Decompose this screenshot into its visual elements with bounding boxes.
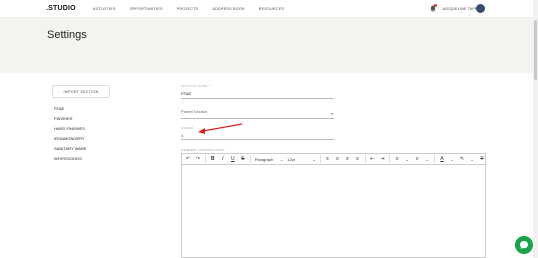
import-section-button[interactable]: IMPORT SECTION <box>52 85 110 98</box>
order-value[interactable]: 1 <box>181 133 334 138</box>
indent-icon[interactable]: ⇥ <box>379 155 385 163</box>
numbered-list-icon[interactable]: ≡ <box>394 155 400 163</box>
paragraph-format-select[interactable]: Paragraph ⌄ <box>255 157 283 162</box>
bold-button[interactable]: B <box>210 155 216 163</box>
strikethrough-button[interactable]: S <box>240 155 246 163</box>
parent-section-placeholder: Parent Section <box>181 109 208 114</box>
section-item-finishes[interactable]: FINISHES <box>54 114 87 124</box>
scrollbar-thumb[interactable] <box>534 20 537 80</box>
section-item-ironmongery[interactable]: IRONMONGERY <box>54 134 87 144</box>
align-left-icon[interactable]: ≡ <box>325 155 331 163</box>
section-item-ffe[interactable]: FF&E <box>54 104 87 114</box>
chevron-down-icon[interactable]: ⌄ <box>469 155 475 163</box>
toolbar-divider <box>364 155 366 163</box>
section-name-field[interactable]: SECTION NAME * FF&E <box>181 84 334 99</box>
nav-item-resources[interactable]: RESOURCES <box>259 7 284 11</box>
order-field[interactable]: ORDER 1 <box>181 126 334 140</box>
parent-section-select[interactable]: Parent Section ▾ <box>181 109 334 119</box>
chevron-down-icon[interactable]: ⌄ <box>424 155 430 163</box>
page-header <box>0 18 538 73</box>
chat-button[interactable] <box>515 236 533 254</box>
toolbar-divider <box>434 155 436 163</box>
chevron-down-icon: ⌄ <box>312 156 316 162</box>
section-item-hard-finishes[interactable]: HARD FINISHES <box>54 124 87 134</box>
font-size-select[interactable]: 12pt ⌄ <box>287 157 315 162</box>
editor-toolbar: ↶ ↷ B I U S Paragraph ⌄ 12pt ⌄ ≡ ≡ ≡ ≡ ⇤… <box>182 154 485 165</box>
outdent-icon[interactable]: ⇤ <box>369 155 375 163</box>
toolbar-divider <box>319 155 321 163</box>
highlight-color-icon[interactable]: ✎ <box>459 155 465 163</box>
avatar[interactable] <box>476 4 485 13</box>
chevron-down-icon[interactable]: ⌄ <box>449 155 455 163</box>
section-name-label: SECTION NAME * <box>181 84 211 88</box>
clear-formatting-icon[interactable]: T <box>479 155 485 163</box>
chat-icon <box>520 241 528 249</box>
nav-item-address-book[interactable]: ADDRESS BOOK <box>212 7 244 11</box>
chevron-down-icon: ⌄ <box>279 156 284 162</box>
toolbar-divider <box>389 155 391 163</box>
align-right-icon[interactable]: ≡ <box>345 155 351 163</box>
toolbar-divider <box>249 155 251 163</box>
section-item-sanitary-ware[interactable]: SANITARY WARE <box>54 144 87 154</box>
section-item-whitegoods[interactable]: WHITEGOODS <box>54 154 87 164</box>
align-center-icon[interactable]: ≡ <box>335 155 341 163</box>
top-navigation-bar: .STUDIO ACTIVITIES OPPORTUNITIES PROJECT… <box>0 0 538 18</box>
toolbar-divider <box>205 155 206 163</box>
redo-icon[interactable]: ↷ <box>195 155 201 163</box>
app-logo[interactable]: .STUDIO <box>46 5 76 12</box>
general-instructions-label: GENERAL INSTRUCTIONS <box>181 148 225 152</box>
align-justify-icon[interactable]: ≡ <box>355 155 361 163</box>
notification-badge <box>434 4 437 7</box>
text-color-icon[interactable]: A <box>439 155 445 163</box>
italic-button[interactable]: I <box>220 155 226 163</box>
rich-text-editor[interactable]: ↶ ↷ B I U S Paragraph ⌄ 12pt ⌄ ≡ ≡ ≡ ≡ ⇤… <box>181 153 486 258</box>
chevron-down-icon: ▾ <box>330 111 333 116</box>
nav-item-projects[interactable]: PROJECTS <box>177 7 199 11</box>
nav-item-activities[interactable]: ACTIVITIES <box>93 7 116 11</box>
section-list: FF&E FINISHES HARD FINISHES IRONMONGERY … <box>54 104 87 164</box>
section-name-value[interactable]: FF&E <box>181 91 334 96</box>
font-size-label: 12pt <box>287 156 295 162</box>
chevron-down-icon[interactable]: ⌄ <box>404 155 410 163</box>
underline-button[interactable]: U <box>230 155 236 163</box>
main-nav: ACTIVITIES OPPORTUNITIES PROJECTS ADDRES… <box>93 7 284 11</box>
user-name[interactable]: JACQUELINE TAPP <box>442 7 478 11</box>
undo-icon[interactable]: ↶ <box>185 155 191 163</box>
nav-item-opportunities[interactable]: OPPORTUNITIES <box>130 7 163 11</box>
paragraph-format-label: Paragraph <box>254 156 274 162</box>
page-title: Settings <box>47 29 87 41</box>
bulleted-list-icon[interactable]: ≡ <box>414 155 420 163</box>
order-label: ORDER <box>181 126 194 130</box>
